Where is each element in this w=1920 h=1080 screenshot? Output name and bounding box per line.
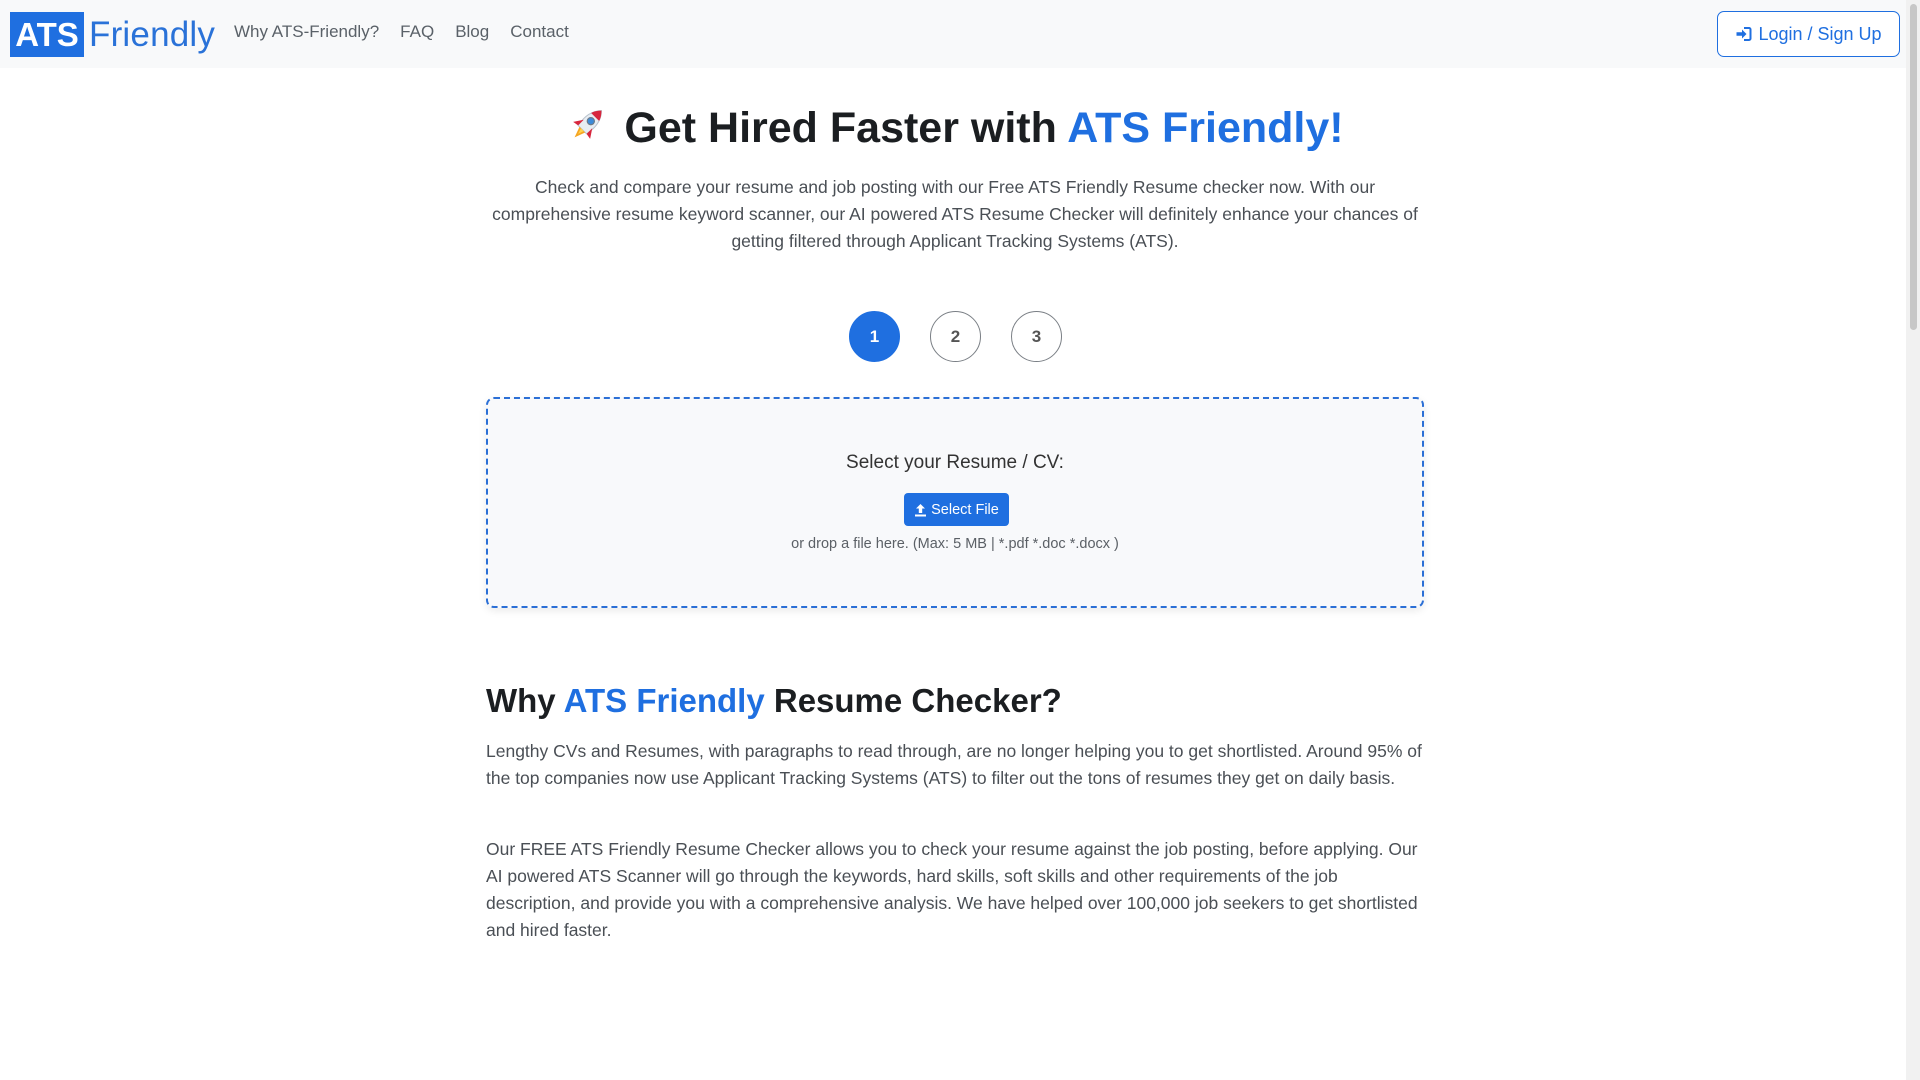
why-title-prefix: Why: [486, 682, 564, 719]
nav-link-contact[interactable]: Contact: [510, 22, 569, 42]
login-signup-button[interactable]: Login / Sign Up: [1717, 11, 1900, 57]
why-title-accent: ATS Friendly: [563, 682, 765, 719]
why-paragraph-2: Our FREE ATS Friendly Resume Checker all…: [486, 839, 1418, 940]
brand-logo[interactable]: ATS Friendly: [10, 12, 215, 57]
nav-link-why[interactable]: Why ATS-Friendly?: [234, 22, 379, 42]
select-file-button[interactable]: Select File: [904, 493, 1009, 526]
login-signup-label: Login / Sign Up: [1758, 23, 1882, 44]
upload-icon: [914, 503, 927, 517]
hero-title-accent: ATS Friendly!: [1067, 104, 1344, 152]
step-2[interactable]: 2: [930, 311, 981, 362]
brand-ats-text: ATS: [10, 12, 84, 57]
rocket-icon: [566, 102, 610, 157]
hero-subtitle: Check and compare your resume and job po…: [492, 177, 1418, 251]
step-indicator: 1 2 3: [849, 311, 1062, 362]
resume-dropzone[interactable]: Select your Resume / CV: Select File or …: [486, 397, 1424, 608]
nav-links: Why ATS-Friendly? FAQ Blog Contact: [234, 22, 590, 42]
why-title-suffix: Resume Checker?: [764, 682, 1062, 719]
hero-title-prefix: Get Hired Faster with: [624, 104, 1068, 152]
top-navbar: ATS Friendly Why ATS-Friendly? FAQ Blog …: [0, 0, 1920, 68]
nav-link-blog[interactable]: Blog: [455, 22, 489, 42]
scrollbar-thumb[interactable]: [1910, 4, 1917, 330]
upload-hint: or drop a file here. (Max: 5 MB | *.pdf …: [791, 536, 1119, 552]
why-section-title: Why ATS Friendly Resume Checker?: [486, 682, 1062, 720]
upload-label: Select your Resume / CV:: [846, 452, 1064, 473]
select-file-label: Select File: [931, 501, 999, 518]
step-1[interactable]: 1: [849, 311, 900, 362]
why-paragraph-1: Lengthy CVs and Resumes, with paragraphs…: [486, 741, 1422, 788]
hero-title: Get Hired Faster with ATS Friendly!: [0, 102, 1910, 157]
step-3[interactable]: 3: [1011, 311, 1062, 362]
nav-link-faq[interactable]: FAQ: [400, 22, 434, 42]
brand-friendly-text: Friendly: [89, 14, 216, 54]
sign-in-icon: [1735, 26, 1752, 42]
